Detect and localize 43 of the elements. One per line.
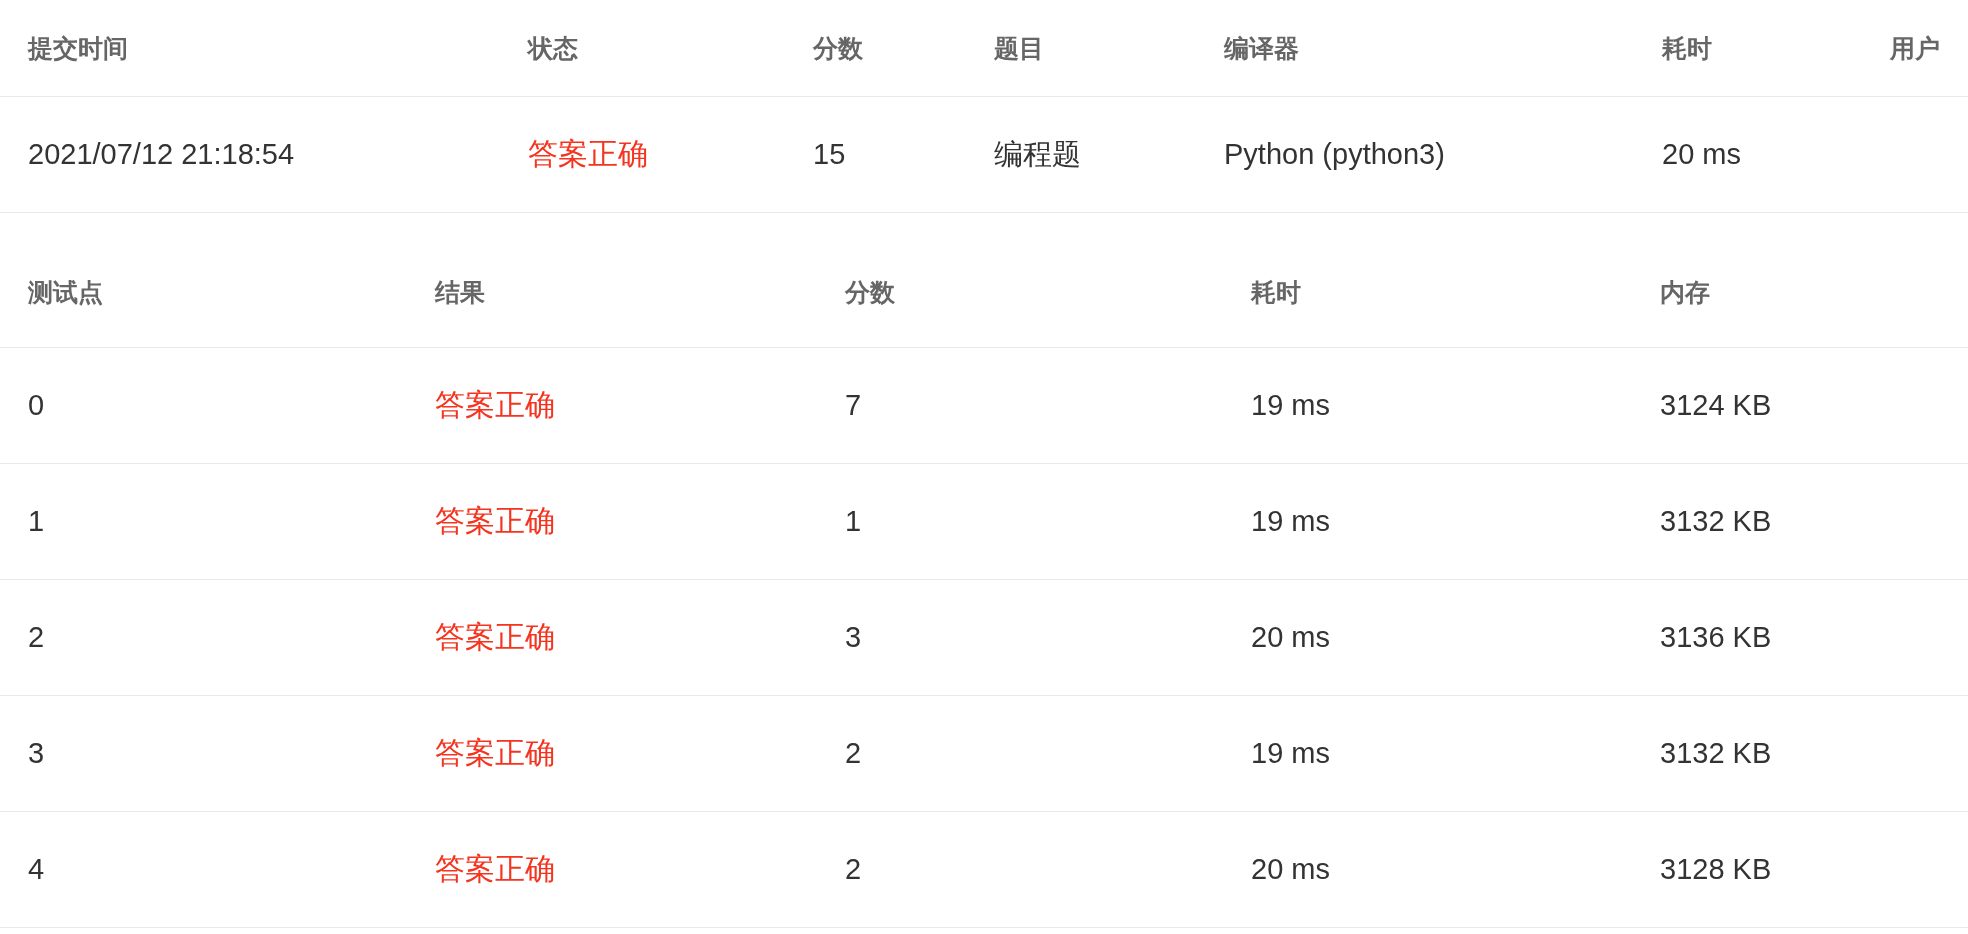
column-header: 编译器 xyxy=(1224,32,1300,64)
table-cell-text: 1 xyxy=(28,505,46,538)
table-cell-text: 3 xyxy=(845,621,863,654)
table-cell-text: 2 xyxy=(28,621,46,654)
table-cell-text: 2021/07/12 21:18:54 xyxy=(28,138,296,171)
table-cell-text: Python (python3) xyxy=(1224,138,1446,171)
column-header: 内存 xyxy=(1660,277,1711,308)
column-header: 提交时间 xyxy=(28,32,129,64)
table-cell-text: 3124 KB xyxy=(1660,389,1773,422)
column-header: 分数 xyxy=(813,32,864,64)
status-text: 答案正确 xyxy=(435,387,556,423)
table-cell-text: 3132 KB xyxy=(1660,505,1773,538)
table-cell-text: 7 xyxy=(845,389,863,422)
table-cell-text: 2 xyxy=(845,853,863,886)
status-text: 答案正确 xyxy=(435,851,556,887)
table-cell-text: 19 ms xyxy=(1251,737,1331,770)
table-cell-text: 编程题 xyxy=(994,136,1082,172)
column-header: 结果 xyxy=(435,277,486,308)
table-cell-text: 4 xyxy=(28,853,46,886)
column-header: 用户 xyxy=(1889,32,1940,64)
status-text: 答案正确 xyxy=(435,735,556,771)
table-cell-text: 3128 KB xyxy=(1660,853,1773,886)
table-cell-text: 3136 KB xyxy=(1660,621,1773,654)
table-cell-text: 1 xyxy=(845,505,863,538)
table-cell-text: 3132 KB xyxy=(1660,737,1773,770)
table-cell-text: 20 ms xyxy=(1251,621,1331,654)
table-cell-text: 0 xyxy=(28,389,46,422)
column-header: 测试点 xyxy=(28,277,104,308)
column-header: 分数 xyxy=(845,277,896,308)
column-header: 题目 xyxy=(994,32,1045,64)
status-text: 答案正确 xyxy=(435,619,556,655)
table-cell-text: 20 ms xyxy=(1662,138,1742,171)
table-cell-text: 2 xyxy=(845,737,863,770)
column-header: 耗时 xyxy=(1251,277,1302,308)
table-cell-text: 20 ms xyxy=(1251,853,1331,886)
table-cell-text: 15 xyxy=(813,138,847,171)
table-cell-text: 19 ms xyxy=(1251,505,1331,538)
table-cell-text: 19 ms xyxy=(1251,389,1331,422)
status-text: 答案正确 xyxy=(528,136,649,172)
status-text: 答案正确 xyxy=(435,503,556,539)
column-header: 状态 xyxy=(528,32,579,64)
table-cell-text: 3 xyxy=(28,737,46,770)
column-header: 耗时 xyxy=(1662,32,1713,64)
